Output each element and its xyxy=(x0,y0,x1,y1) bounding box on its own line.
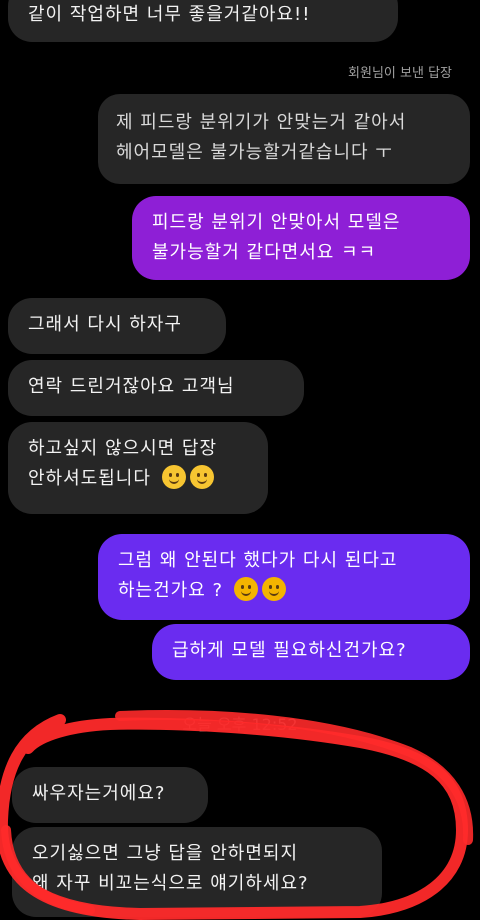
message-text: 그래서 다시 하자구 xyxy=(28,314,182,335)
message-bubble-received[interactable]: 싸우자는거에요? xyxy=(12,767,208,823)
message-bubble-sent[interactable]: 그럼 왜 안된다 했다가 다시 된다고 하는건가요 ? xyxy=(98,534,470,620)
slightly-smiling-face-icon xyxy=(189,465,214,489)
grinning-squinting-face-icon xyxy=(261,577,286,601)
message-bubble-received[interactable]: 연락 드린거잖아요 고객님 xyxy=(8,360,304,416)
message-bubble-received[interactable]: 그래서 다시 하자구 xyxy=(8,298,226,354)
message-bubble-received[interactable]: 오기싫으면 그냥 답을 안하면되지 왜 자꾸 비꼬는식으로 얘기하세요? xyxy=(12,827,382,917)
message-line-2: 불가능할거 같다면서요 ㅋㅋ xyxy=(152,242,377,263)
message-line-1: 오기싫으면 그냥 답을 안하면되지 xyxy=(32,843,299,864)
message-text: 급하게 모델 필요하신건가요? xyxy=(172,640,407,661)
reply-label: 회원님이 보낸 답장 xyxy=(348,62,452,81)
message-line-2: 하는건가요 ? xyxy=(118,576,450,606)
message-bubble-sent[interactable]: 급하게 모델 필요하신건가요? xyxy=(152,624,470,680)
slightly-smiling-face-icon xyxy=(161,465,186,489)
message-line-1: 하고싶지 않으시면 답장 xyxy=(28,438,218,459)
message-bubble-received[interactable]: 하고싶지 않으시면 답장 안하셔도됩니다 xyxy=(8,422,268,514)
message-line-2-text: 하는건가요 ? xyxy=(118,580,224,601)
quoted-line-2: 헤어모델은 불가능할거같습니다 ㅜ xyxy=(116,142,393,163)
message-bubble-sent[interactable]: 피드랑 분위기 안맞아서 모델은 불가능할거 같다면서요 ㅋㅋ xyxy=(132,196,470,280)
message-text: 같이 작업하면 너무 좋을거같아요!! xyxy=(28,4,311,25)
message-text: 연락 드린거잖아요 고객님 xyxy=(28,376,235,397)
message-text: 싸우자는거에요? xyxy=(32,783,166,804)
message-line-2: 안하셔도됩니다 xyxy=(28,464,248,494)
quoted-message[interactable]: 제 피드랑 분위기가 안맞는거 같아서 헤어모델은 불가능할거같습니다 ㅜ xyxy=(98,94,470,184)
tears-of-joy-icon xyxy=(233,577,258,601)
message-bubble-received[interactable]: 같이 작업하면 너무 좋을거같아요!! xyxy=(8,0,398,42)
message-line-2: 왜 자꾸 비꼬는식으로 얘기하세요? xyxy=(32,873,309,894)
timestamp-text: 오늘 오후 12:52 xyxy=(182,715,298,734)
message-line-1: 피드랑 분위기 안맞아서 모델은 xyxy=(152,212,401,233)
message-line-1: 그럼 왜 안된다 했다가 다시 된다고 xyxy=(118,550,398,571)
reply-label-text: 회원님이 보낸 답장 xyxy=(348,66,452,81)
message-line-2-text: 안하셔도됩니다 xyxy=(28,468,151,489)
message-timestamp: 오늘 오후 12:52 xyxy=(0,711,480,735)
quoted-line-1: 제 피드랑 분위기가 안맞는거 같아서 xyxy=(116,112,407,133)
